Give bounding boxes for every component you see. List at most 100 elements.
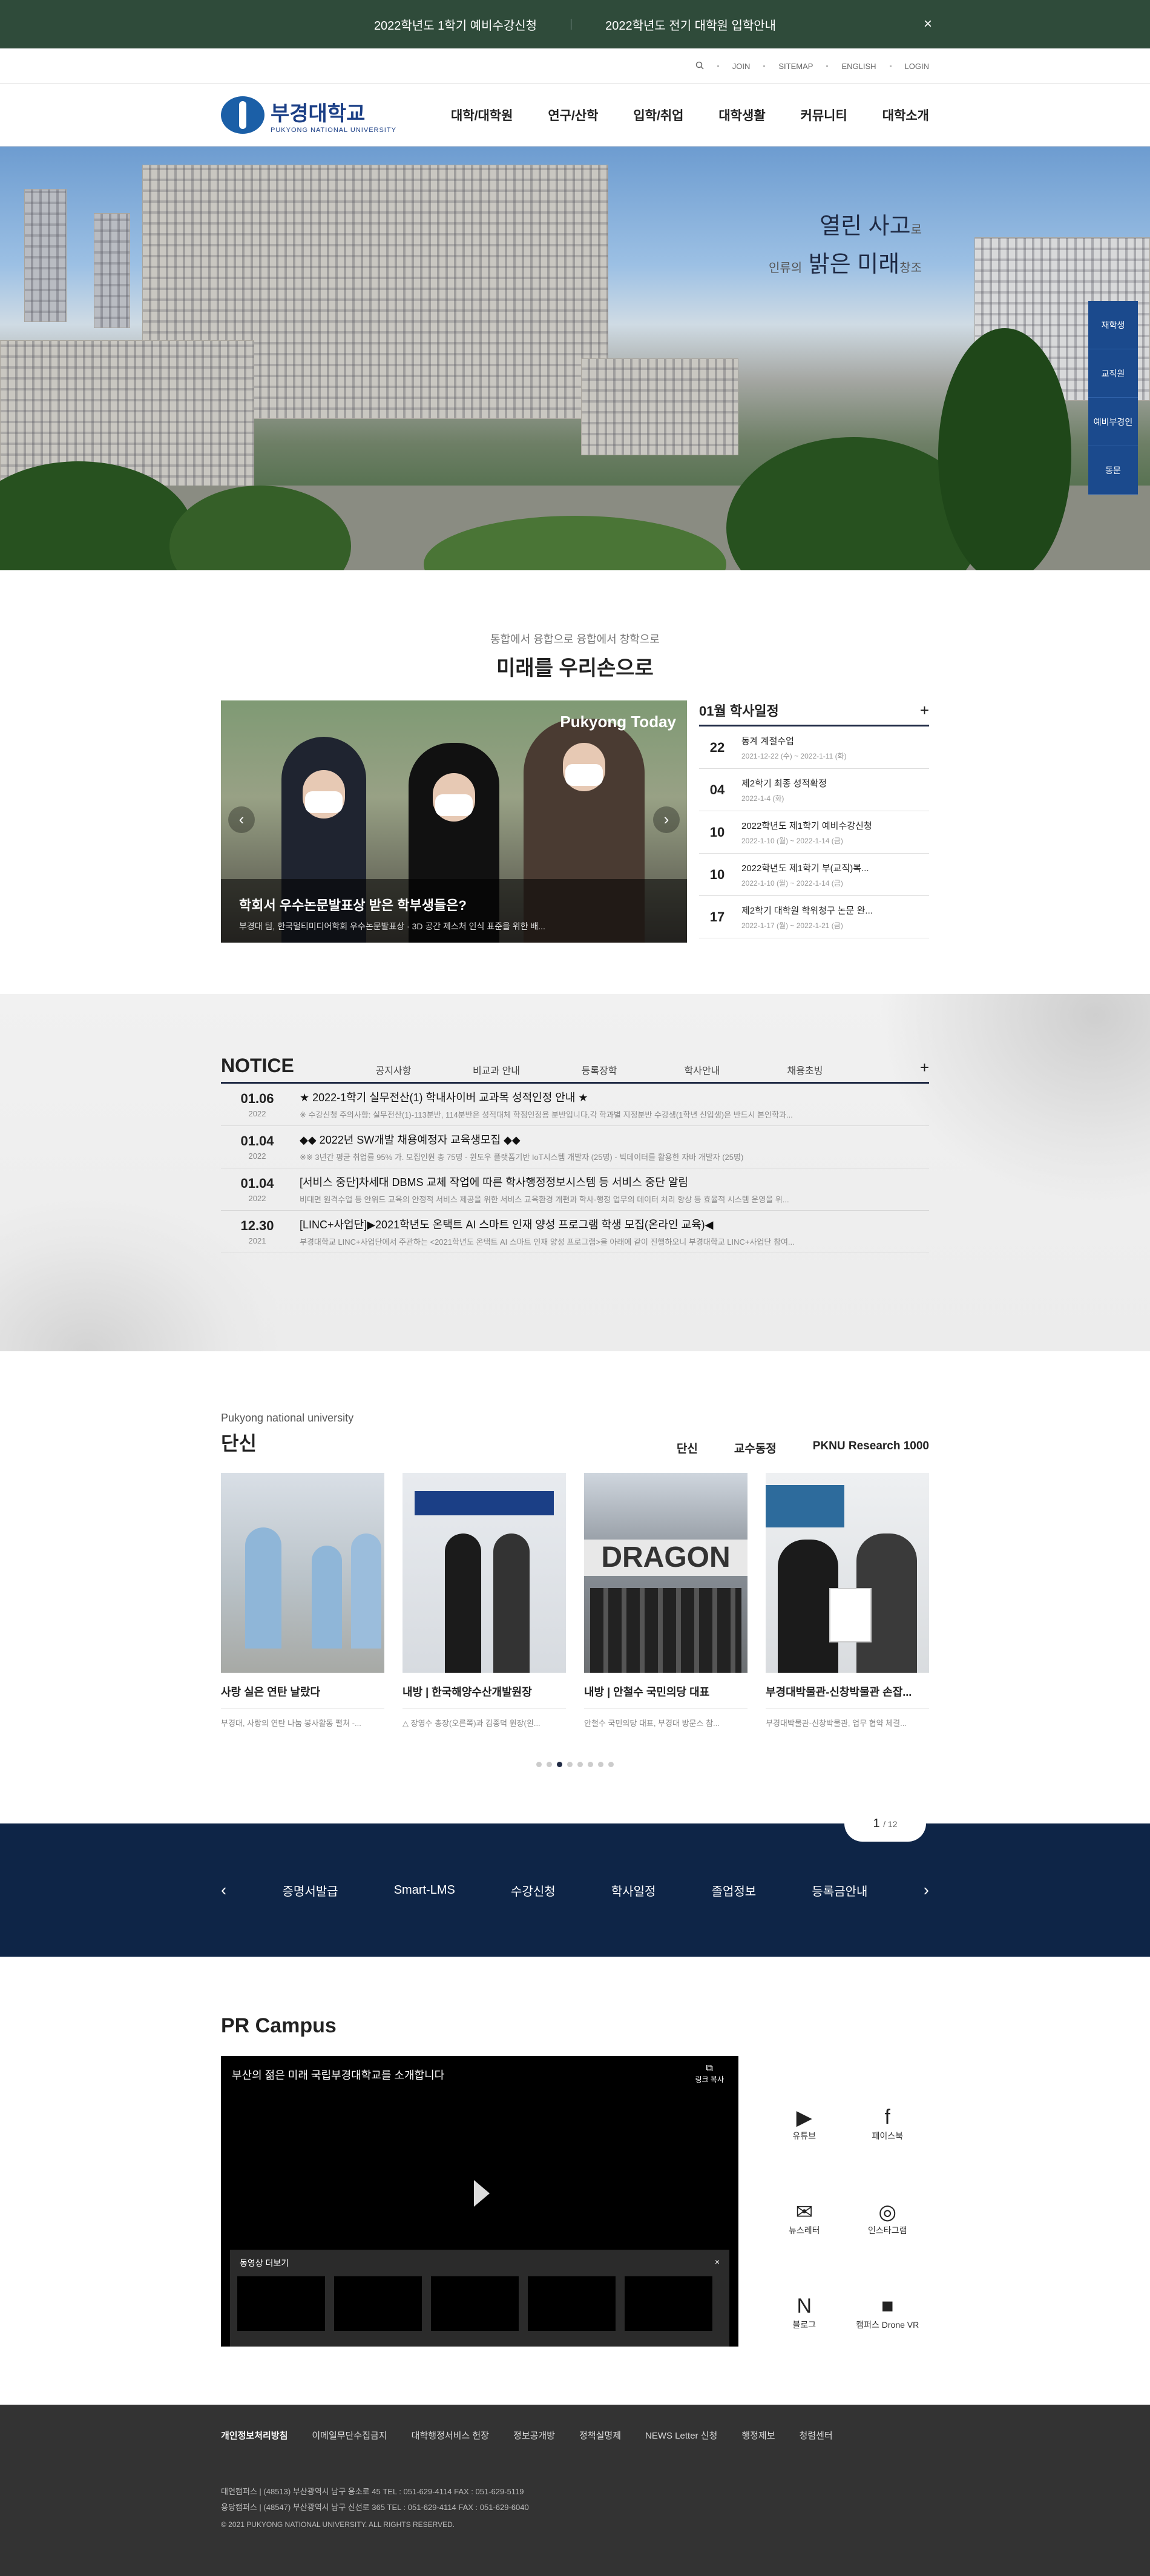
video-thumbnail[interactable]	[625, 2276, 712, 2331]
nav-item-research[interactable]: 연구/산학	[548, 106, 598, 124]
pagination-dot[interactable]	[608, 1762, 614, 1767]
quick-prospective[interactable]: 예비부경인	[1088, 398, 1138, 446]
util-login-link[interactable]: LOGIN	[905, 62, 929, 71]
notice-row[interactable]: 12.30 2021 [LINC+사업단]▶2021학년도 온택트 AI 스마트 …	[221, 1211, 929, 1253]
notice-row[interactable]: 01.06 2022 ★ 2022-1학기 실무전산(1) 학내사이버 교과목 성…	[221, 1084, 929, 1126]
calendar-day: 22	[709, 739, 725, 755]
news-card[interactable]: 부경대박물관-신창박물관 손잡... 부경대박물관-신창박물관, 업무 협약 체…	[766, 1473, 929, 1728]
logo-english: PUKYONG NATIONAL UNIVERSITY	[271, 126, 396, 134]
quick-students[interactable]: 재학생	[1088, 301, 1138, 349]
pagination-dot[interactable]	[567, 1762, 573, 1767]
util-english-link[interactable]: ENGLISH	[841, 62, 876, 71]
tab-notice[interactable]: 공지사항	[342, 1062, 445, 1077]
tab-extracurricular[interactable]: 비교과 안내	[445, 1062, 548, 1077]
play-icon[interactable]	[474, 2180, 490, 2207]
topbar-notice-1[interactable]: 2022학년도 1학기 예비수강신청	[374, 16, 537, 33]
calendar-day: 10	[709, 866, 725, 882]
calendar-item[interactable]: 04 제2학기 최종 성적확정 2022-1-4 (화)	[699, 769, 929, 811]
pagination-dot[interactable]	[536, 1762, 542, 1767]
notice-more-icon[interactable]: +	[920, 1058, 929, 1077]
pagination-dot[interactable]	[588, 1762, 593, 1767]
link-course-registration[interactable]: 수강신청	[511, 1882, 556, 1899]
calendar-item[interactable]: 10 2022학년도 제1학기 예비수강신청 2022-1-10 (월) ~ 20…	[699, 811, 929, 854]
util-sitemap-link[interactable]: SITEMAP	[778, 62, 813, 71]
close-icon[interactable]: ×	[924, 16, 932, 33]
news-card[interactable]: 내방 | 한국해양수산개발원장 △ 장영수 총장(오른쪽)과 김종덕 원장(왼.…	[402, 1473, 566, 1728]
nav-item-campus-life[interactable]: 대학생활	[718, 106, 765, 124]
nav-item-community[interactable]: 커뮤니티	[801, 106, 847, 124]
video-thumbnail[interactable]	[528, 2276, 616, 2331]
calendar-day: 10	[709, 824, 725, 840]
footer-email-policy[interactable]: 이메일무단수집금지	[312, 2429, 387, 2442]
sns-drone-vr[interactable]: ■ 캠퍼스 Drone VR	[846, 2294, 930, 2347]
footer-integrity-center[interactable]: 청렴센터	[800, 2429, 833, 2442]
copy-link-button[interactable]: ⧉ 링크 복사	[695, 2063, 724, 2084]
quick-staff[interactable]: 교직원	[1088, 349, 1138, 398]
notice-row[interactable]: 01.04 2022 [서비스 중단]차세대 DBMS 교체 작업에 따른 학사행…	[221, 1168, 929, 1211]
tab-brief-news[interactable]: 단신	[677, 1440, 698, 1456]
news-card-desc: 안철수 국민의당 대표, 부경대 방문스 참...	[584, 1708, 748, 1728]
footer-service-charter[interactable]: 대학행정서비스 헌장	[412, 2429, 489, 2442]
calendar-event-title: 동계 계절수업	[741, 736, 794, 746]
photo-person	[312, 1546, 342, 1649]
footer-report[interactable]: 행정제보	[741, 2429, 775, 2442]
sns-instagram[interactable]: ◎ 인스타그램	[846, 2200, 930, 2252]
band-next-icon[interactable]: ›	[924, 1880, 929, 1900]
topbar-notice-2[interactable]: 2022학년도 전기 대학원 입학안내	[605, 16, 776, 33]
sns-newsletter[interactable]: ✉ 뉴스레터	[763, 2200, 846, 2252]
tab-academic[interactable]: 학사안내	[651, 1062, 754, 1077]
video-thumbnail[interactable]	[237, 2276, 325, 2331]
pagination-dot[interactable]	[577, 1762, 583, 1767]
tab-faculty-news[interactable]: 교수동정	[734, 1440, 777, 1456]
sns-blog[interactable]: N 블로그	[763, 2294, 846, 2347]
pagination-dot[interactable]	[547, 1762, 552, 1767]
news-card-image	[402, 1473, 566, 1673]
nav-item-college[interactable]: 대학/대학원	[451, 106, 513, 124]
band-prev-icon[interactable]: ‹	[221, 1880, 226, 1900]
video-thumbnail[interactable]	[334, 2276, 422, 2331]
prev-arrow-icon[interactable]: ‹	[228, 806, 255, 833]
university-logo[interactable]: 부경대학교 PUKYONG NATIONAL UNIVERSITY	[221, 96, 439, 134]
link-smart-lms[interactable]: Smart-LMS	[394, 1883, 455, 1897]
tab-recruit[interactable]: 채용초빙	[754, 1062, 856, 1077]
facebook-icon: f	[884, 2106, 890, 2129]
news-card[interactable]: 사랑 실은 연탄 날랐다 부경대, 사랑의 연탄 나눔 봉사활동 펼쳐 -...	[221, 1473, 384, 1728]
link-certificate[interactable]: 증명서발급	[283, 1882, 338, 1899]
quick-alumni[interactable]: 동문	[1088, 446, 1138, 495]
sns-facebook[interactable]: f 페이스북	[846, 2106, 930, 2158]
nav-item-admission[interactable]: 입학/취업	[633, 106, 683, 124]
next-arrow-icon[interactable]: ›	[653, 806, 680, 833]
photo-mask	[435, 794, 473, 816]
tab-scholarship[interactable]: 등록장학	[548, 1062, 651, 1077]
notice-row-summary: 부경대학교 LINC+사업단에서 주관하는 <2021학년도 온택트 AI 스마…	[300, 1237, 795, 1247]
util-join-link[interactable]: JOIN	[732, 62, 751, 71]
calendar-item[interactable]: 22 동계 계절수업 2021-12-22 (수) ~ 2022-1-11 (화)	[699, 726, 929, 769]
link-academic-schedule[interactable]: 학사일정	[611, 1882, 656, 1899]
copy-icon: ⧉	[706, 2063, 713, 2074]
link-graduation[interactable]: 졸업정보	[712, 1882, 757, 1899]
calendar-more-icon[interactable]: +	[920, 701, 929, 720]
photo-mask	[305, 791, 343, 813]
calendar-item[interactable]: 17 제2학기 대학원 학위청구 논문 완... 2022-1-17 (월) ~ …	[699, 896, 929, 938]
close-icon[interactable]: ×	[715, 2257, 720, 2269]
pagination-dot[interactable]	[598, 1762, 603, 1767]
news-card[interactable]: DRAGON 내방 | 안철수 국민의당 대표 안철수 국민의당 대표, 부경대…	[584, 1473, 748, 1728]
calendar-item[interactable]: 10 2022학년도 제1학기 부(교직)복... 2022-1-10 (월) ~…	[699, 854, 929, 896]
video-thumbnail[interactable]	[431, 2276, 519, 2331]
footer-privacy-policy[interactable]: 개인정보처리방침	[221, 2429, 288, 2442]
footer-newsletter[interactable]: NEWS Letter 신청	[645, 2429, 717, 2442]
pukyong-today-slider[interactable]: Pukyong Today ‹ › 학회서 우수논문발표상 받은 학부생들은? …	[221, 700, 687, 943]
pagination-dot[interactable]	[557, 1762, 562, 1767]
sns-youtube[interactable]: ▶ 유튜브	[763, 2106, 846, 2158]
nav-item-about[interactable]: 대학소개	[882, 106, 929, 124]
tab-research-1000[interactable]: PKNU Research 1000	[813, 1440, 929, 1456]
link-tuition[interactable]: 등록금안내	[812, 1882, 867, 1899]
search-icon[interactable]	[695, 61, 704, 71]
footer-policy-name[interactable]: 정책실명제	[579, 2429, 621, 2442]
sns-label: 인스타그램	[868, 2225, 907, 2235]
video-player[interactable]: 부산의 젊은 미래 국립부경대학교를 소개합니다 ⧉ 링크 복사 동영상 더보기…	[221, 2056, 738, 2347]
today-title[interactable]: 학회서 우수논문발표상 받은 학부생들은?	[239, 895, 669, 914]
notice-row[interactable]: 01.04 2022 ◆◆ 2022년 SW개발 채용예정자 교육생모집 ◆◆ ※※…	[221, 1126, 929, 1168]
video-title: 부산의 젊은 미래 국립부경대학교를 소개합니다	[232, 2069, 445, 2081]
footer-info-disclosure[interactable]: 정보공개방	[513, 2429, 555, 2442]
